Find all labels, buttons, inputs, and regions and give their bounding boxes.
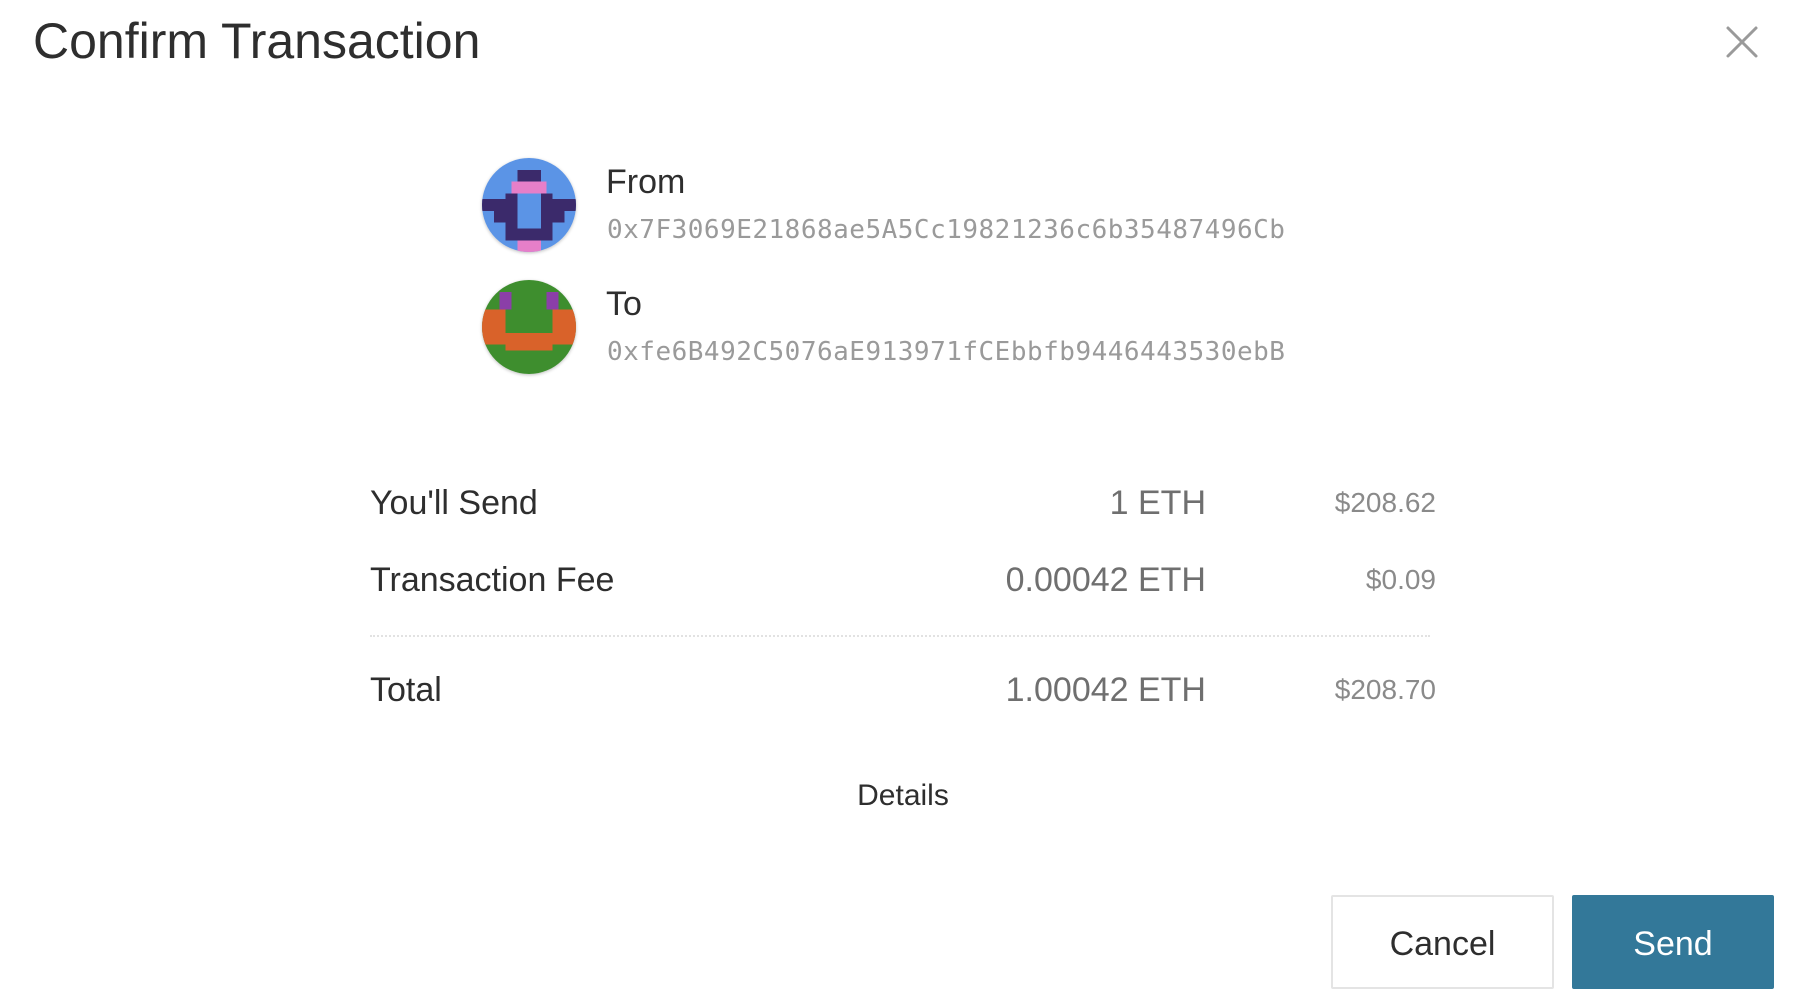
total-amount: 1.00042 ETH — [1005, 671, 1206, 709]
close-button[interactable] — [1720, 20, 1764, 64]
send-amount: 1 ETH — [1109, 484, 1206, 522]
total-row: Total 1.00042 ETH $208.70 — [370, 665, 1436, 715]
send-label: You'll Send — [370, 484, 538, 522]
to-account: To 0xfe6B492C5076aE913971fCEbbfb94464435… — [482, 280, 1382, 376]
cancel-button[interactable]: Cancel — [1331, 895, 1554, 989]
dialog-title: Confirm Transaction — [33, 13, 481, 69]
from-account: From 0x7F3069E21868ae5A5Cc19821236c6b354… — [482, 158, 1382, 254]
close-icon — [1720, 20, 1764, 64]
send-fiat: $208.62 — [1334, 487, 1436, 518]
from-identicon-icon — [482, 158, 576, 252]
to-label: To — [606, 285, 642, 323]
total-label: Total — [370, 671, 442, 709]
total-fiat: $208.70 — [1334, 674, 1436, 705]
send-row: You'll Send 1 ETH $208.62 — [370, 478, 1436, 528]
send-button[interactable]: Send — [1572, 895, 1774, 989]
fee-amount: 0.00042 ETH — [1005, 561, 1206, 599]
fee-label: Transaction Fee — [370, 561, 615, 599]
from-address: 0x7F3069E21868ae5A5Cc19821236c6b35487496… — [607, 215, 1286, 245]
to-identicon-icon — [482, 280, 576, 374]
to-address: 0xfe6B492C5076aE913971fCEbbfb9446443530e… — [607, 337, 1286, 367]
from-label: From — [606, 163, 686, 201]
details-link[interactable]: Details — [0, 776, 1796, 816]
fee-row: Transaction Fee 0.00042 ETH $0.09 — [370, 555, 1436, 605]
summary-divider — [370, 635, 1430, 637]
confirm-transaction-dialog: Confirm Transaction From 0x7F3069E21868a… — [0, 0, 1796, 1000]
fee-fiat: $0.09 — [1365, 564, 1436, 595]
